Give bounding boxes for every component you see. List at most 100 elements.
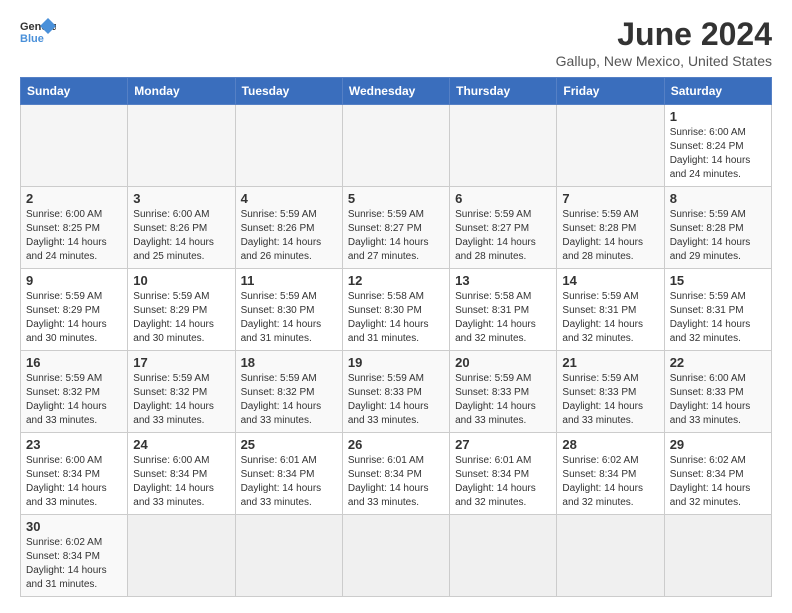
calendar-day-cell: 29 Sunrise: 6:02 AM Sunset: 8:34 PM Dayli… [664,433,771,515]
day-number: 23 [26,437,122,452]
day-number: 17 [133,355,229,370]
day-number: 20 [455,355,551,370]
calendar-day-cell: 6 Sunrise: 5:59 AM Sunset: 8:27 PM Daylig… [450,187,557,269]
weekday-header-wednesday: Wednesday [342,78,449,105]
calendar-day-cell [235,515,342,597]
day-number: 7 [562,191,658,206]
calendar-day-cell: 30 Sunrise: 6:02 AM Sunset: 8:34 PM Dayli… [21,515,128,597]
calendar-table: SundayMondayTuesdayWednesdayThursdayFrid… [20,77,772,597]
calendar-day-cell: 20 Sunrise: 5:59 AM Sunset: 8:33 PM Dayli… [450,351,557,433]
month-title: June 2024 [556,16,772,53]
day-number: 1 [670,109,766,124]
calendar-day-cell: 15Sunrise: 5:59 AM Sunset: 8:31 PM Dayli… [664,269,771,351]
calendar-day-cell [21,105,128,187]
calendar-day-cell: 9 Sunrise: 5:59 AM Sunset: 8:29 PM Daylig… [21,269,128,351]
day-number: 10 [133,273,229,288]
day-number: 2 [26,191,122,206]
calendar-day-cell [557,105,664,187]
calendar-day-cell: 21Sunrise: 5:59 AM Sunset: 8:33 PM Dayli… [557,351,664,433]
day-number: 16 [26,355,122,370]
calendar-day-cell [235,105,342,187]
day-number: 4 [241,191,337,206]
weekday-header-sunday: Sunday [21,78,128,105]
day-number: 26 [348,437,444,452]
weekday-header-thursday: Thursday [450,78,557,105]
day-number: 30 [26,519,122,534]
day-info: Sunrise: 5:59 AM Sunset: 8:33 PM Dayligh… [562,372,658,428]
calendar-day-cell: 23 Sunrise: 6:00 AM Sunset: 8:34 PM Dayli… [21,433,128,515]
day-info: Sunrise: 6:00 AM Sunset: 8:34 PM Dayligh… [133,454,229,510]
day-info: Sunrise: 6:02 AM Sunset: 8:34 PM Dayligh… [26,536,122,592]
calendar-day-cell [450,105,557,187]
day-info: Sunrise: 6:00 AM Sunset: 8:26 PM Dayligh… [133,208,229,264]
calendar-day-cell [128,515,235,597]
day-info: Sunrise: 6:00 AM Sunset: 8:33 PM Dayligh… [670,372,766,428]
calendar-day-cell: 12 Sunrise: 5:58 AM Sunset: 8:30 PM Dayli… [342,269,449,351]
day-info: Sunrise: 5:59 AM Sunset: 8:27 PM Dayligh… [455,208,551,264]
day-info: Sunrise: 5:58 AM Sunset: 8:31 PM Dayligh… [455,290,551,346]
calendar-day-cell: 4Sunrise: 5:59 AM Sunset: 8:26 PM Daylig… [235,187,342,269]
location-label: Gallup, New Mexico, United States [556,53,772,69]
calendar-day-cell [557,515,664,597]
calendar-day-cell [450,515,557,597]
calendar-day-cell [128,105,235,187]
calendar-day-cell: 25 Sunrise: 6:01 AM Sunset: 8:34 PM Dayli… [235,433,342,515]
day-info: Sunrise: 5:59 AM Sunset: 8:32 PM Dayligh… [133,372,229,428]
calendar-day-cell [664,515,771,597]
calendar-day-cell: 27Sunrise: 6:01 AM Sunset: 8:34 PM Dayli… [450,433,557,515]
day-number: 11 [241,273,337,288]
calendar-day-cell: 13 Sunrise: 5:58 AM Sunset: 8:31 PM Dayli… [450,269,557,351]
day-number: 28 [562,437,658,452]
day-number: 12 [348,273,444,288]
day-info: Sunrise: 5:59 AM Sunset: 8:29 PM Dayligh… [26,290,122,346]
day-info: Sunrise: 5:59 AM Sunset: 8:28 PM Dayligh… [562,208,658,264]
calendar-day-cell: 22 Sunrise: 6:00 AM Sunset: 8:33 PM Dayli… [664,351,771,433]
calendar-day-cell: 11 Sunrise: 5:59 AM Sunset: 8:30 PM Dayli… [235,269,342,351]
day-info: Sunrise: 5:59 AM Sunset: 8:32 PM Dayligh… [241,372,337,428]
day-number: 24 [133,437,229,452]
calendar-week-row: 9 Sunrise: 5:59 AM Sunset: 8:29 PM Daylig… [21,269,772,351]
day-info: Sunrise: 6:00 AM Sunset: 8:34 PM Dayligh… [26,454,122,510]
weekday-header-friday: Friday [557,78,664,105]
day-number: 18 [241,355,337,370]
day-number: 5 [348,191,444,206]
day-number: 22 [670,355,766,370]
calendar-day-cell: 14Sunrise: 5:59 AM Sunset: 8:31 PM Dayli… [557,269,664,351]
day-info: Sunrise: 5:59 AM Sunset: 8:31 PM Dayligh… [670,290,766,346]
day-info: Sunrise: 5:59 AM Sunset: 8:30 PM Dayligh… [241,290,337,346]
day-number: 29 [670,437,766,452]
day-info: Sunrise: 5:59 AM Sunset: 8:28 PM Dayligh… [670,208,766,264]
day-info: Sunrise: 5:59 AM Sunset: 8:27 PM Dayligh… [348,208,444,264]
weekday-header-monday: Monday [128,78,235,105]
calendar-day-cell [342,105,449,187]
calendar-day-cell: 7 Sunrise: 5:59 AM Sunset: 8:28 PM Daylig… [557,187,664,269]
calendar-day-cell: 2 Sunrise: 6:00 AM Sunset: 8:25 PM Daylig… [21,187,128,269]
calendar-day-cell: 28Sunrise: 6:02 AM Sunset: 8:34 PM Dayli… [557,433,664,515]
calendar-day-cell: 19Sunrise: 5:59 AM Sunset: 8:33 PM Dayli… [342,351,449,433]
day-info: Sunrise: 6:00 AM Sunset: 8:25 PM Dayligh… [26,208,122,264]
day-info: Sunrise: 5:59 AM Sunset: 8:33 PM Dayligh… [455,372,551,428]
calendar-week-row: 23 Sunrise: 6:00 AM Sunset: 8:34 PM Dayli… [21,433,772,515]
day-info: Sunrise: 6:00 AM Sunset: 8:24 PM Dayligh… [670,126,766,182]
calendar-day-cell: 3Sunrise: 6:00 AM Sunset: 8:26 PM Daylig… [128,187,235,269]
day-number: 14 [562,273,658,288]
day-info: Sunrise: 5:58 AM Sunset: 8:30 PM Dayligh… [348,290,444,346]
title-block: June 2024 Gallup, New Mexico, United Sta… [556,16,772,69]
day-number: 13 [455,273,551,288]
day-number: 9 [26,273,122,288]
day-number: 6 [455,191,551,206]
day-info: Sunrise: 5:59 AM Sunset: 8:32 PM Dayligh… [26,372,122,428]
day-number: 25 [241,437,337,452]
day-info: Sunrise: 6:01 AM Sunset: 8:34 PM Dayligh… [241,454,337,510]
calendar-day-cell: 10Sunrise: 5:59 AM Sunset: 8:29 PM Dayli… [128,269,235,351]
day-info: Sunrise: 6:02 AM Sunset: 8:34 PM Dayligh… [670,454,766,510]
calendar-day-cell: 5 Sunrise: 5:59 AM Sunset: 8:27 PM Daylig… [342,187,449,269]
calendar-day-cell: 18 Sunrise: 5:59 AM Sunset: 8:32 PM Dayli… [235,351,342,433]
page-header: General Blue June 2024 Gallup, New Mexic… [20,16,772,69]
weekday-header-row: SundayMondayTuesdayWednesdayThursdayFrid… [21,78,772,105]
day-info: Sunrise: 5:59 AM Sunset: 8:33 PM Dayligh… [348,372,444,428]
calendar-day-cell [342,515,449,597]
day-number: 27 [455,437,551,452]
calendar-week-row: 2 Sunrise: 6:00 AM Sunset: 8:25 PM Daylig… [21,187,772,269]
svg-text:Blue: Blue [20,33,44,45]
